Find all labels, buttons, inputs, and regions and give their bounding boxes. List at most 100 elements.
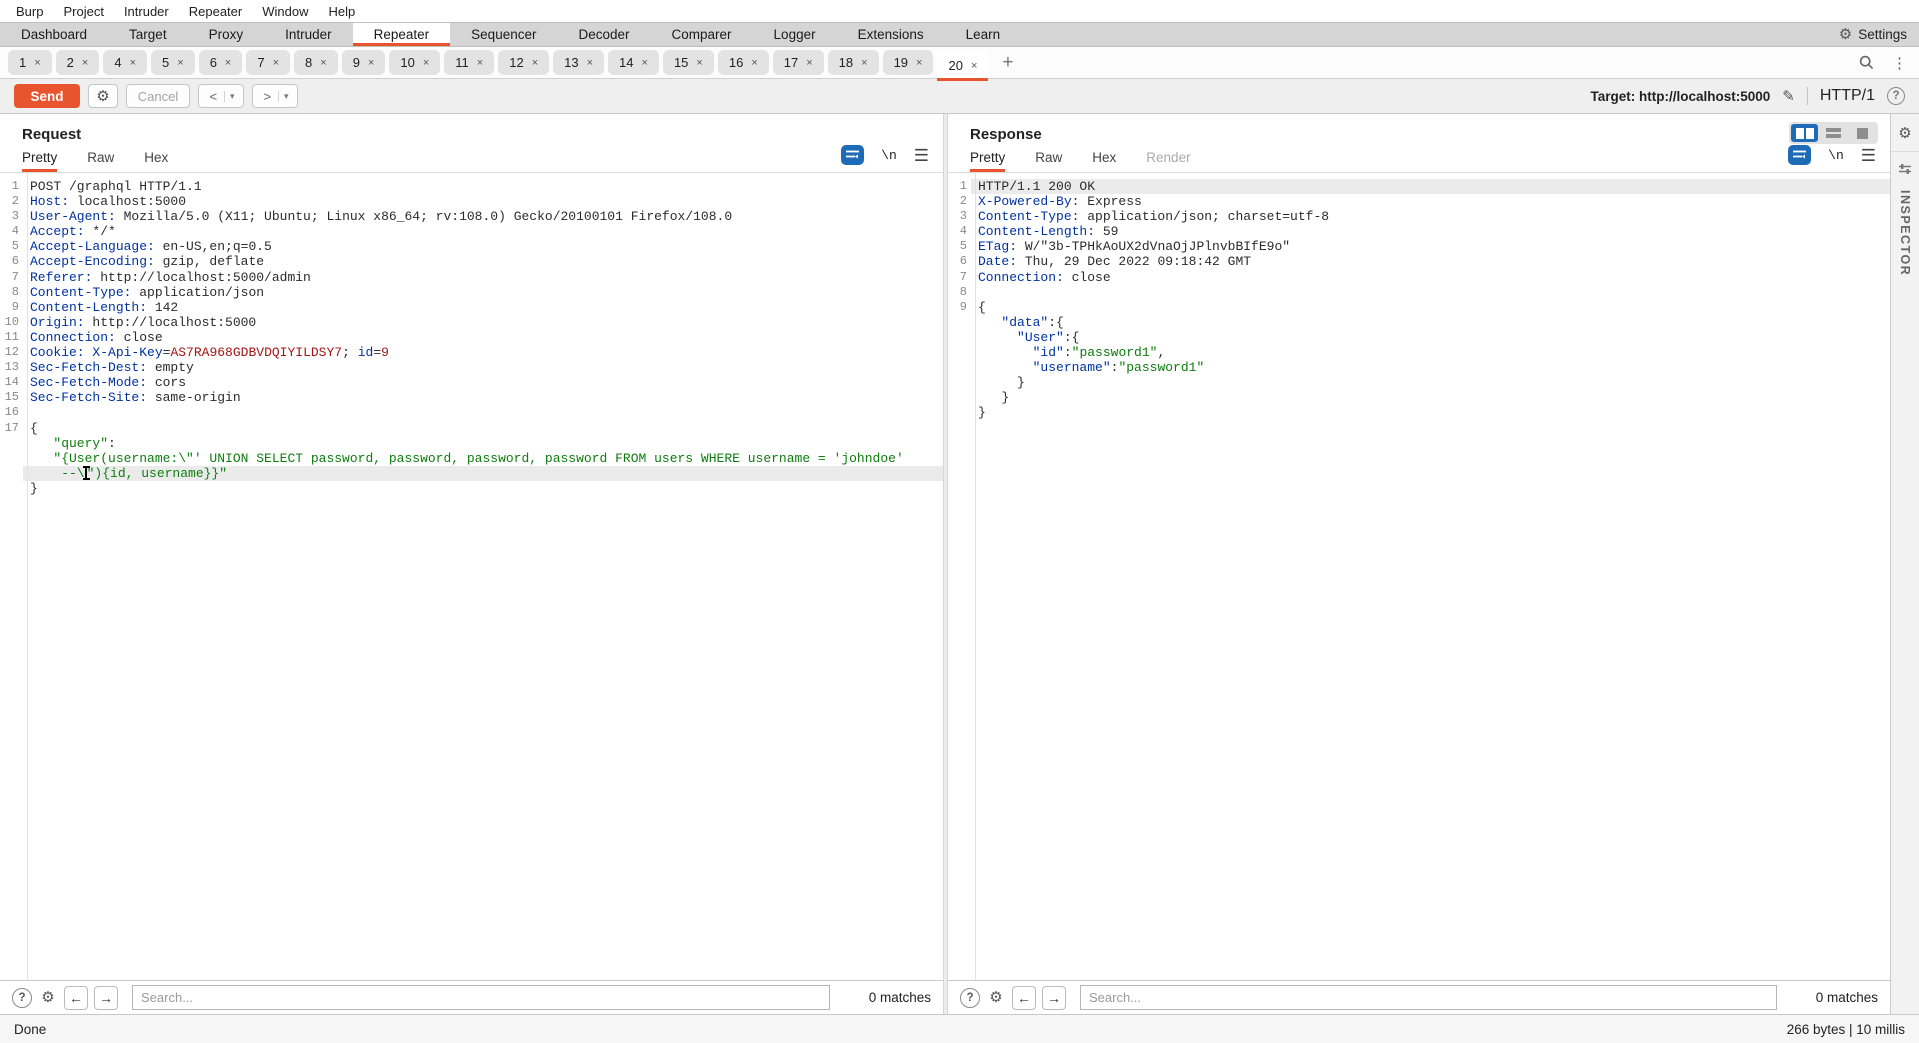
editor-line[interactable]: 4 Content-Length: 59 (948, 224, 1890, 239)
editor-line[interactable]: 9 Content-Length: 142 (0, 300, 943, 315)
repeater-tab-9[interactable]: 9 × (341, 50, 386, 75)
repeater-tab-11[interactable]: 11 × (444, 50, 495, 75)
single-layout-icon[interactable] (1849, 124, 1876, 142)
repeater-tab-14[interactable]: 14 × (608, 50, 659, 75)
history-back-button[interactable]: < ▾ (198, 84, 244, 108)
repeater-tab-20[interactable]: 20 × (937, 50, 989, 81)
new-tab-button[interactable]: + (990, 52, 1025, 74)
view-tab-raw[interactable]: Raw (1035, 150, 1062, 172)
repeater-tab-16[interactable]: 16 × (717, 50, 769, 75)
editor-line[interactable]: 17{ (0, 421, 943, 436)
send-button[interactable]: Send (14, 84, 80, 108)
close-tab-icon[interactable]: × (82, 57, 88, 69)
chevron-down-icon[interactable]: ▾ (278, 90, 294, 102)
close-tab-icon[interactable]: × (368, 57, 374, 69)
response-editor[interactable]: 1 HTTP/1.1 200 OK 2 X-Powered-By: Express 3 C… (948, 173, 1890, 980)
tab-comparer[interactable]: Comparer (651, 23, 753, 46)
editor-line[interactable]: 16 (0, 405, 943, 420)
help-icon[interactable]: ? (1887, 87, 1905, 105)
menu-item-window[interactable]: Window (252, 4, 318, 19)
editor-line[interactable]: 7 Connection: close (948, 270, 1890, 285)
menu-item-project[interactable]: Project (53, 4, 113, 19)
editor-line[interactable]: "query": (0, 436, 943, 451)
close-tab-icon[interactable]: × (273, 57, 279, 69)
editor-line[interactable]: 1 HTTP/1.1 200 OK (948, 179, 1890, 195)
repeater-tab-12[interactable]: 12 × (498, 50, 550, 75)
repeater-tab-5[interactable]: 5 × (151, 50, 195, 75)
repeater-tab-15[interactable]: 15 × (662, 50, 714, 75)
editor-line[interactable]: 4 Accept: */* (0, 224, 943, 239)
tab-decoder[interactable]: Decoder (557, 23, 650, 46)
search-input[interactable] (132, 985, 830, 1010)
show-newlines-icon[interactable]: \n (1828, 148, 1844, 163)
menu-item-help[interactable]: Help (318, 4, 365, 19)
editor-line[interactable]: 15 Sec-Fetch-Site: same-origin (0, 390, 943, 405)
editor-line[interactable]: 3 Content-Type: application/json; charset… (948, 209, 1890, 224)
repeater-tab-1[interactable]: 1 × (8, 50, 52, 75)
inspector-label[interactable]: INSPECTOR (1898, 190, 1912, 276)
tab-repeater[interactable]: Repeater (352, 23, 451, 46)
view-tab-hex[interactable]: Hex (144, 150, 168, 172)
editor-line[interactable]: 10 Origin: http://localhost:5000 (0, 315, 943, 330)
editor-line[interactable]: 2 X-Powered-By: Express (948, 194, 1890, 209)
editor-line[interactable]: 6 Accept-Encoding: gzip, deflate (0, 254, 943, 269)
editor-line[interactable]: 2 Host: localhost:5000 (0, 194, 943, 209)
repeater-tab-8[interactable]: 8 × (294, 50, 338, 75)
tab-intruder[interactable]: Intruder (264, 23, 353, 46)
editor-line[interactable]: 9{ (948, 300, 1890, 315)
close-tab-icon[interactable]: × (587, 57, 593, 69)
close-tab-icon[interactable]: × (477, 57, 483, 69)
close-tab-icon[interactable]: × (177, 57, 183, 69)
search-input[interactable] (1080, 985, 1777, 1010)
close-tab-icon[interactable]: × (861, 57, 867, 69)
search-settings-icon[interactable]: ⚙ (38, 988, 58, 1008)
close-tab-icon[interactable]: × (423, 57, 429, 69)
http-version[interactable]: HTTP/1 (1820, 87, 1875, 105)
next-match-button[interactable]: → (94, 985, 118, 1010)
view-tab-raw[interactable]: Raw (87, 150, 114, 172)
columns-layout-icon[interactable] (1791, 124, 1818, 142)
tab-dashboard[interactable]: Dashboard (0, 23, 108, 46)
repeater-tab-19[interactable]: 19 × (882, 50, 934, 75)
close-tab-icon[interactable]: × (320, 57, 326, 69)
previous-match-button[interactable]: ← (64, 985, 88, 1010)
view-tab-hex[interactable]: Hex (1092, 150, 1116, 172)
editor-line[interactable]: 11 Connection: close (0, 330, 943, 345)
close-tab-icon[interactable]: × (532, 57, 538, 69)
close-tab-icon[interactable]: × (751, 57, 757, 69)
word-wrap-icon[interactable] (1788, 145, 1812, 165)
editor-line[interactable]: "data":{ (948, 315, 1890, 330)
close-tab-icon[interactable]: × (642, 57, 648, 69)
menu-item-repeater[interactable]: Repeater (179, 4, 252, 19)
history-forward-button[interactable]: > ▾ (252, 84, 298, 108)
editor-line[interactable]: --\ "){id, username}}" (0, 465, 943, 481)
editor-line[interactable]: } (948, 390, 1890, 405)
editor-line[interactable]: 1 POST /graphql HTTP/1.1 (0, 179, 943, 194)
view-tab-pretty[interactable]: Pretty (22, 150, 57, 172)
editor-line[interactable]: 14 Sec-Fetch-Mode: cors (0, 375, 943, 390)
repeater-tab-7[interactable]: 7 × (246, 50, 291, 75)
close-tab-icon[interactable]: × (806, 57, 812, 69)
editor-line[interactable]: 6 Date: Thu, 29 Dec 2022 09:18:42 GMT (948, 254, 1890, 269)
help-icon[interactable]: ? (12, 987, 32, 1008)
next-match-button[interactable]: → (1042, 985, 1066, 1010)
editor-line[interactable]: } (948, 405, 1890, 420)
repeater-tab-13[interactable]: 13 × (553, 50, 605, 75)
close-tab-icon[interactable]: × (971, 60, 977, 72)
menu-item-intruder[interactable]: Intruder (114, 4, 179, 19)
search-icon[interactable] (1856, 53, 1876, 73)
close-tab-icon[interactable]: × (225, 57, 231, 69)
editor-line[interactable]: 3 User-Agent: Mozilla/5.0 (X11; Ubuntu; L… (0, 209, 943, 224)
menu-icon[interactable]: ☰ (1861, 147, 1876, 164)
editor-line[interactable]: 8 (948, 285, 1890, 300)
repeater-tab-4[interactable]: 4 × (103, 50, 148, 75)
previous-match-button[interactable]: ← (1012, 985, 1036, 1010)
tab-proxy[interactable]: Proxy (188, 23, 265, 46)
show-newlines-icon[interactable]: \n (881, 148, 897, 163)
request-settings-button[interactable]: ⚙ (88, 84, 118, 108)
editor-line[interactable]: 13 Sec-Fetch-Dest: empty (0, 360, 943, 375)
repeater-tab-10[interactable]: 10 × (389, 50, 441, 75)
editor-line[interactable]: "id":"password1", (948, 345, 1890, 360)
editor-line[interactable]: } (948, 375, 1890, 390)
chevron-down-icon[interactable]: ▾ (224, 90, 240, 102)
